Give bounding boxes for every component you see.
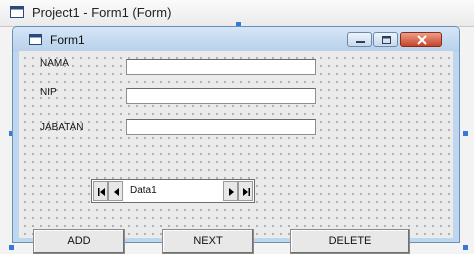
jabatan-field[interactable] [126,119,316,135]
next-record-icon [229,188,234,196]
form-client-area[interactable]: NAMA NIP JABATAN Data1 ADD NEXT DELETE [19,51,453,254]
minimize-button[interactable] [347,32,372,47]
close-icon [417,35,427,45]
next-record-button[interactable] [223,181,238,201]
minimize-icon [356,41,365,43]
close-button[interactable] [400,32,442,47]
first-record-icon [98,188,105,196]
data-control[interactable]: Data1 [91,179,255,203]
resize-handle-bottom-left[interactable] [9,245,14,250]
next-button[interactable]: NEXT [162,229,254,254]
form-window-icon [10,6,24,18]
prev-record-icon [114,188,119,196]
form-title: Form1 [50,33,85,47]
maximize-icon [382,36,391,44]
jabatan-label: JABATAN [40,122,84,133]
last-record-icon [243,188,250,196]
add-button[interactable]: ADD [33,229,125,254]
form-titlebar[interactable]: Form1 [13,27,459,52]
maximize-button[interactable] [373,32,398,47]
nama-label: NAMA [40,58,69,69]
nip-field[interactable] [126,88,316,104]
data-control-caption: Data1 [130,185,157,196]
prev-record-button[interactable] [108,181,123,201]
resize-handle-bottom-right[interactable] [463,245,468,250]
nama-field[interactable] [126,59,316,75]
delete-button[interactable]: DELETE [290,229,410,254]
last-record-button[interactable] [238,181,253,201]
nip-label: NIP [40,87,57,98]
form-window[interactable]: Form1 NAMA NIP JABATAN Data1 ADD NEXT DE… [12,26,460,254]
form-icon [29,34,42,45]
resize-handle-right[interactable] [463,131,468,136]
ide-window-title: Project1 - Form1 (Form) [32,5,172,20]
first-record-button[interactable] [93,181,108,201]
